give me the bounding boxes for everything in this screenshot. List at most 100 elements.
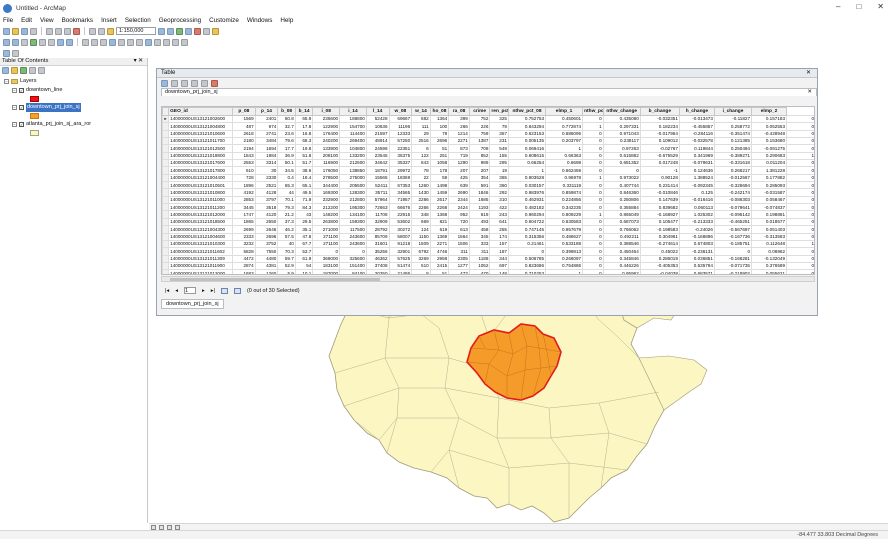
menu-customize[interactable]: Customize	[209, 17, 239, 24]
catalog-icon[interactable]	[176, 27, 183, 35]
column-header[interactable]: elmp_1	[545, 107, 584, 116]
hyperlink-icon[interactable]	[118, 38, 125, 46]
cut-icon[interactable]	[46, 27, 53, 35]
table-row[interactable]: 14000000US13121010501 1896 2521 65.3 65.1 344…	[162, 181, 814, 190]
close-button[interactable]: ✕	[877, 2, 884, 11]
back-extent-icon[interactable]	[57, 38, 64, 46]
redo-icon[interactable]	[98, 27, 105, 35]
table-row[interactable]: 14000000US13121004400 728 2330 0.4 18.4 27850…	[162, 173, 814, 183]
table-horizontal-scrollbar[interactable]	[161, 276, 815, 282]
column-header[interactable]: ho_08	[429, 107, 450, 116]
find-icon[interactable]	[145, 38, 152, 46]
table-row[interactable]: 14000000US13121010800 4192 4128 44 49.5 16930…	[162, 188, 814, 197]
select-features-icon[interactable]	[82, 38, 89, 46]
refresh-icon[interactable]	[167, 524, 172, 530]
list-by-drawing-order-icon[interactable]	[2, 67, 9, 74]
layer-name[interactable]: downtown_prj_join_sj	[26, 103, 81, 112]
table-row[interactable]: 14000000US13121018500 1865 2650 37.3 29.5 263…	[162, 217, 814, 227]
layout-view-icon[interactable]	[3, 49, 10, 57]
menu-geoprocessing[interactable]: Geoprocessing	[159, 17, 201, 24]
new-map-icon[interactable]	[3, 27, 10, 35]
clear-selection-icon[interactable]	[91, 38, 98, 46]
column-header[interactable]: b_08	[277, 107, 296, 116]
attribute-table-window[interactable]: Table ✕ downtown_prj_join_sj ✕ GEO_id p_0…	[156, 68, 818, 316]
toc-pin-close-buttons[interactable]: ▾ ✕	[134, 58, 147, 65]
clear-table-selection-icon[interactable]	[201, 79, 208, 87]
show-all-records-icon[interactable]	[220, 287, 228, 294]
save-icon[interactable]	[21, 27, 28, 35]
delete-icon[interactable]	[73, 27, 80, 35]
list-by-source-icon[interactable]	[11, 67, 18, 74]
column-header[interactable]: w_14	[411, 107, 431, 116]
layout-view-icon[interactable]	[159, 524, 164, 530]
select-elements-icon[interactable]	[100, 38, 107, 46]
column-header[interactable]: i_08	[312, 107, 341, 116]
search-window-icon[interactable]	[185, 27, 192, 35]
menu-selection[interactable]: Selection	[125, 17, 151, 24]
table-tab-close-button[interactable]: ✕	[807, 89, 812, 96]
column-header[interactable]: w_08	[388, 107, 413, 116]
pause-drawing-icon[interactable]	[175, 524, 180, 530]
table-row[interactable]: 14000000US13121012500 2194 1694 17.7 19.8 133…	[162, 144, 814, 153]
fixed-zoom-in-icon[interactable]	[39, 38, 46, 46]
fixed-zoom-out-icon[interactable]	[48, 38, 55, 46]
undo-icon[interactable]	[89, 27, 96, 35]
attribute-table[interactable]: GEO_id p_08 p_14 b_08 b_14 i_08 i_14 l_14 w_08 w_…	[162, 107, 814, 274]
table-row[interactable]: 14000000US13121004600 2333 2696 57.5 47.8 271…	[162, 232, 814, 241]
current-record-field[interactable]: 1	[183, 287, 196, 294]
column-header[interactable]: i_change	[713, 107, 753, 116]
create-viewer-icon[interactable]	[181, 38, 188, 46]
print-icon[interactable]	[30, 27, 37, 35]
column-header[interactable]: elmp_2	[750, 107, 788, 116]
layer-item-downtown-prj-join-sj[interactable]: − ✓ downtown_prj_join_sj	[4, 103, 147, 112]
editor-toolbar-icon[interactable]	[158, 27, 165, 35]
table-row[interactable]: 14000000US13121012000 1747 4120 21.2 43 14820…	[162, 210, 814, 219]
next-record-button[interactable]: ▸	[202, 288, 205, 294]
collapse-icon[interactable]: −	[12, 122, 17, 127]
open-icon[interactable]	[12, 27, 19, 35]
layer-item-downtown-line[interactable]: − ✓ downtown_line	[4, 86, 147, 95]
column-header[interactable]: h_change	[678, 107, 715, 116]
layer-visibility-checkbox[interactable]: ✓	[19, 122, 24, 127]
column-header[interactable]: nthw_pct_08	[507, 107, 547, 116]
layer-visibility-checkbox[interactable]: ✓	[19, 88, 24, 93]
layers-group[interactable]: − Layers	[4, 77, 147, 86]
table-of-contents-icon[interactable]	[167, 27, 174, 35]
table-tab[interactable]: downtown_prj_join_sj ✕	[161, 88, 817, 96]
collapse-icon[interactable]: −	[12, 105, 17, 110]
measure-icon[interactable]	[136, 38, 143, 46]
column-header[interactable]: b_change	[639, 107, 680, 116]
copy-icon[interactable]	[55, 27, 62, 35]
column-header[interactable]: GEO_id	[168, 107, 234, 116]
html-popup-icon[interactable]	[127, 38, 134, 46]
table-options-icon[interactable]	[161, 79, 168, 87]
zoom-in-icon[interactable]	[3, 38, 10, 46]
time-slider-icon[interactable]	[172, 38, 179, 46]
menu-edit[interactable]: Edit	[21, 17, 32, 24]
table-row[interactable]: 14000000US13121010300 3232 3752 40 67.7 27110…	[162, 239, 814, 249]
layer-name[interactable]: atlanta_prj_join_sj_ara_ror	[26, 120, 91, 129]
column-header[interactable]: p_08	[232, 107, 256, 116]
column-header[interactable]: b_14	[294, 107, 314, 116]
column-header[interactable]: crime	[468, 107, 491, 116]
maximize-button[interactable]: □	[856, 2, 861, 11]
column-header[interactable]: i_14	[339, 107, 367, 116]
table-row[interactable]: 14000000US13121011309 4472 4480 59.7 61.9 368…	[162, 254, 814, 263]
menu-file[interactable]: File	[3, 17, 13, 24]
layer-visibility-checkbox[interactable]: ✓	[19, 105, 24, 110]
attribute-grid[interactable]: GEO_id p_08 p_14 b_08 b_14 i_08 i_14 l_14 w_08 w_…	[161, 106, 815, 275]
layer-symbol-orange[interactable]	[30, 113, 39, 119]
last-record-button[interactable]: ▸|	[211, 288, 215, 294]
show-selected-records-icon[interactable]	[233, 287, 241, 294]
table-row[interactable]: 14000000US13121011602 5828 7550 70.3 53.7 0 0 3…	[162, 247, 814, 256]
column-header[interactable]: l_14	[365, 107, 390, 116]
data-view-icon[interactable]	[151, 524, 156, 530]
first-record-button[interactable]: |◂	[165, 288, 169, 294]
column-header[interactable]: ren_pct_08	[489, 107, 509, 116]
table-row[interactable]: 14000000US13121011700 2180 3484 79.6 68.3 240…	[162, 137, 814, 146]
table-row[interactable]: 14000000US13121011200 3445 3518 79.3 84.3 212…	[162, 203, 814, 212]
menu-windows[interactable]: Windows	[247, 17, 273, 24]
map-scale-field[interactable]: 1:150,000	[116, 27, 156, 35]
table-window-titlebar[interactable]: Table ✕	[157, 69, 817, 78]
toc-options-icon[interactable]	[38, 67, 45, 74]
